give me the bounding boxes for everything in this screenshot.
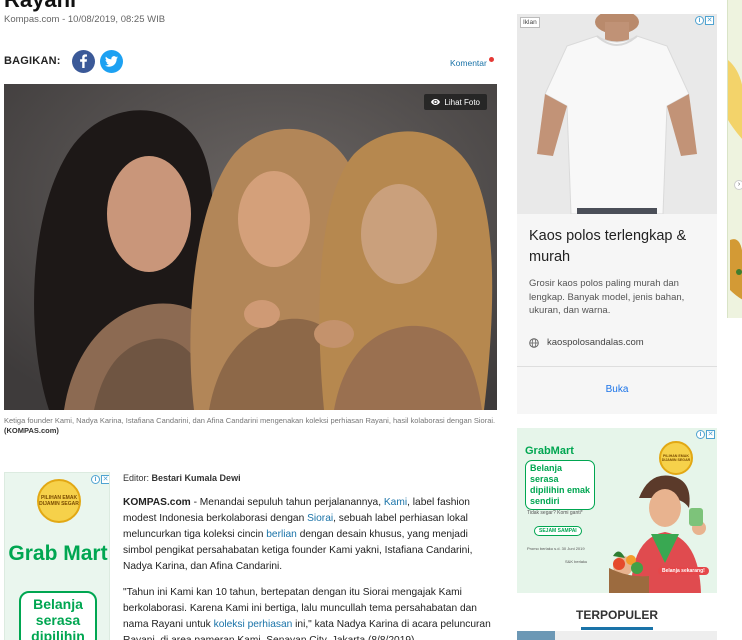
ad-badge: Iklan (520, 17, 540, 28)
link-berlian[interactable]: berlian (266, 529, 297, 540)
seal-text: PILIHAN EMAK DIJAMIN SEGAR (39, 495, 79, 507)
grabmart-tagline: Belanja serasa dipilihin emak sendiri (525, 460, 595, 510)
paragraph-text: - Menandai sepuluh tahun perjalanannya, (190, 497, 384, 508)
comment-label: Komentar (450, 58, 487, 68)
article-paragraph-1: KOMPAS.com - Menandai sepuluh tahun perj… (123, 495, 495, 575)
view-photo-label: Lihat Foto (444, 97, 480, 107)
grabmart-logo: GrabMart (525, 445, 574, 457)
ad-description: Grosir kaos polos paling murah dan lengk… (529, 278, 685, 316)
link-koleksi-perhiasan[interactable]: koleksi perhiasan (214, 619, 293, 630)
brand-name: KOMPAS.com (123, 497, 191, 508)
ad-image: Iklan i ✕ (517, 14, 717, 215)
facebook-icon (80, 54, 88, 68)
popular-thumbnail[interactable] (517, 631, 555, 640)
twitter-icon (104, 55, 118, 67)
ad-close-icon[interactable]: ✕ (101, 475, 109, 484)
seal-text: PILIHAN EMAK DIJAMIN SEGAR (661, 453, 691, 463)
grabmart-tagline: Belanja serasa dipilihin (19, 591, 97, 640)
editor-name: Bestari Kumala Dewi (151, 473, 241, 483)
ad-info-icon[interactable]: i (91, 475, 100, 484)
grabmart-ad-left[interactable]: i ✕ PILIHAN EMAK DIJAMIN SEGAR Grab Mart… (4, 472, 110, 640)
grabmart-terms: S&K berlaku (565, 559, 588, 564)
ad-domain[interactable]: kaospolosandalas.com (529, 337, 644, 348)
popular-underline (581, 627, 653, 630)
photo-three-women (4, 84, 497, 410)
grabmart-delivery-pill: SEJAM SAMPAI (534, 526, 582, 536)
photo-caption: Ketiga founder Kami, Nadya Karina, Istaf… (4, 416, 498, 436)
grabmart-cta-button[interactable]: Belanja sekarang! (658, 567, 709, 575)
editor-label: Editor: (123, 473, 150, 483)
ad-info-icon[interactable]: i (695, 16, 704, 25)
comment-link[interactable]: Komentar (450, 57, 494, 68)
view-photo-button[interactable]: Lihat Foto (424, 94, 487, 110)
link-kami[interactable]: Kami (384, 497, 407, 508)
popular-section-title: TERPOPULER (575, 608, 658, 622)
article-title: Rayani (4, 0, 76, 12)
side-ad-illustration (728, 0, 742, 318)
ad-headline[interactable]: Kaos polos terlengkap & murah (529, 226, 709, 268)
comment-notification-dot (488, 57, 494, 62)
grabmart-logo: Grab Mart (8, 542, 108, 565)
grabmart-ad-right[interactable]: i ✕ GrabMart Belanja serasa dipilihin em… (517, 428, 717, 593)
ad-divider (517, 366, 717, 367)
article-meta: Kompas.com - 10/08/2019, 08:25 WIB (4, 14, 166, 25)
article-photo[interactable]: Lihat Foto (4, 84, 497, 410)
facebook-share-button[interactable] (71, 49, 95, 73)
caption-text: Ketiga founder Kami, Nadya Karina, Istaf… (4, 416, 496, 425)
share-bar: BAGIKAN: (4, 47, 123, 75)
grabmart-guarantee: Tidak segar? Komi ganti* (527, 510, 583, 516)
side-edge-ad[interactable] (727, 0, 742, 318)
caption-credit: (KOMPAS.com) (4, 426, 59, 435)
ad-open-button[interactable]: Buka (517, 384, 717, 395)
tshirt-ad[interactable]: Iklan i ✕ Kaos polos terlengkap & murah … (517, 14, 717, 414)
tshirt-photo (517, 14, 717, 215)
ad-info-icon[interactable]: i (696, 430, 705, 439)
globe-icon (529, 337, 539, 348)
grabmart-fineprint: Promo berlaku s.d. 30 Juni 2019 (527, 546, 585, 551)
ad-domain-text: kaospolosandalas.com (547, 337, 644, 348)
ad-close-icon[interactable]: ✕ (706, 430, 715, 439)
link-siorai[interactable]: Siorai (307, 513, 333, 524)
ad-close-icon[interactable]: ✕ (705, 16, 714, 25)
twitter-share-button[interactable] (99, 49, 123, 73)
share-label: BAGIKAN: (4, 55, 61, 67)
editor-line: Editor: Bestari Kumala Dewi (123, 473, 241, 483)
eye-icon (431, 99, 441, 105)
article-paragraph-2: "Tahun ini Kami kan 10 tahun, bertepatan… (123, 585, 495, 640)
side-ad-close-icon[interactable]: › (734, 180, 742, 190)
seal-badge: PILIHAN EMAK DIJAMIN SEGAR (37, 479, 81, 523)
